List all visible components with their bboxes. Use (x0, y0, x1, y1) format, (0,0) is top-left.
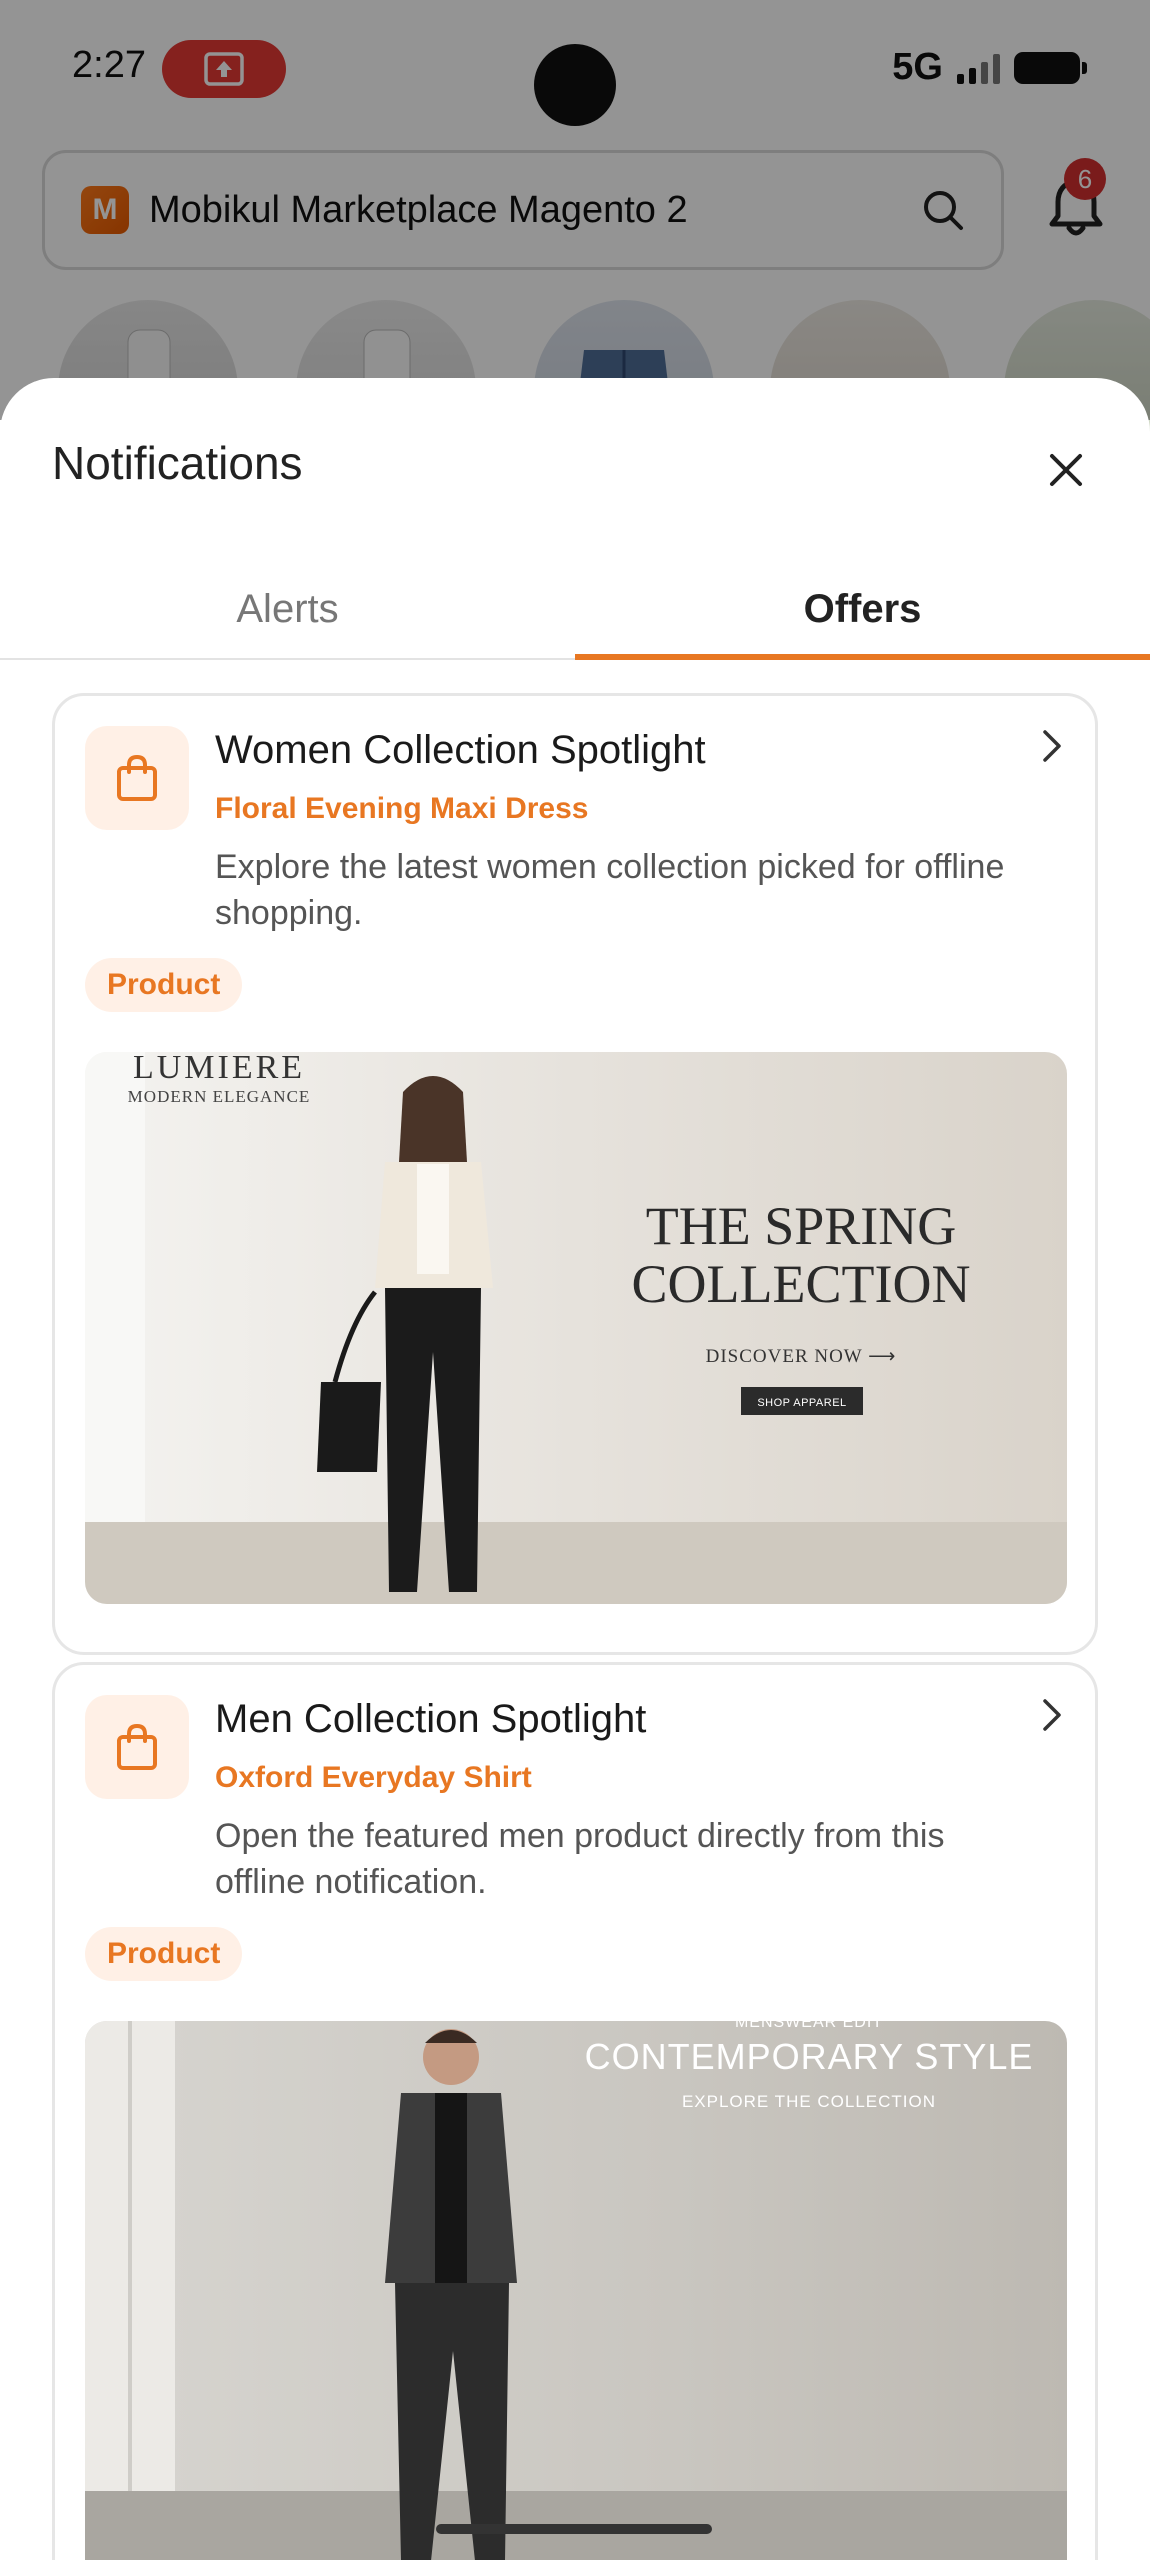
offer-card[interactable]: Women Collection Spotlight Floral Evenin… (52, 693, 1098, 1655)
home-indicator[interactable] (436, 2524, 712, 2534)
offer-card[interactable]: Men Collection Spotlight Oxford Everyday… (52, 1662, 1098, 2560)
close-icon (1050, 454, 1082, 486)
offer-icon-tile (85, 1695, 189, 1799)
tab-bar: Alerts Offers (0, 558, 1150, 660)
offer-description: Explore the latest women collection pick… (215, 848, 1005, 932)
modal-scrim[interactable] (0, 0, 1150, 420)
banner-shop-button: SHOP APPAREL (757, 1397, 846, 1409)
offer-banner-image[interactable]: LUMIERE MODERN ELEGANCE THE SPRING COLLE… (85, 1052, 1067, 1604)
sheet-title: Notifications (52, 437, 303, 489)
offer-banner-image[interactable]: MENSWEAR EDIT CONTEMPORARY STYLE EXPLORE… (85, 2021, 1067, 2560)
banner-cta: EXPLORE THE COLLECTION (682, 2092, 936, 2111)
chevron-right-icon[interactable] (1031, 726, 1071, 766)
offer-product-name: Oxford Everyday Shirt (215, 1761, 532, 1794)
banner-tagline: MODERN ELEGANCE (128, 1087, 311, 1106)
banner-headline-line2: COLLECTION (632, 1254, 971, 1314)
offer-product-name: Floral Evening Maxi Dress (215, 792, 589, 825)
offer-title: Men Collection Spotlight (215, 1697, 647, 1741)
offer-icon-tile (85, 726, 189, 830)
banner-headline: CONTEMPORARY STYLE (585, 2036, 1034, 2077)
close-button[interactable] (1036, 440, 1096, 500)
banner-headline-line1: THE SPRING (646, 1196, 957, 1256)
offer-title: Women Collection Spotlight (215, 728, 706, 772)
tab-indicator (575, 654, 1150, 660)
notifications-sheet: Notifications Alerts Offers Women Collec… (0, 378, 1150, 2560)
banner-cta: DISCOVER NOW ⟶ (706, 1346, 897, 1367)
shopping-bag-icon (117, 754, 157, 801)
chevron-right-icon[interactable] (1031, 1695, 1071, 1735)
offer-type-tag: Product (85, 1927, 243, 1981)
banner-kicker: MENSWEAR EDIT (735, 2021, 883, 2031)
tab-alerts[interactable]: Alerts (0, 558, 575, 660)
background-app: 2:27 5G M Mobikul Marketplace Magento 2 … (0, 0, 1150, 480)
shopping-bag-icon (117, 1723, 157, 1770)
tab-offers[interactable]: Offers (575, 558, 1150, 660)
offer-description: Open the featured men product directly f… (215, 1817, 945, 1901)
banner-brand: LUMIERE (133, 1052, 305, 1086)
offer-type-tag: Product (85, 958, 243, 1012)
